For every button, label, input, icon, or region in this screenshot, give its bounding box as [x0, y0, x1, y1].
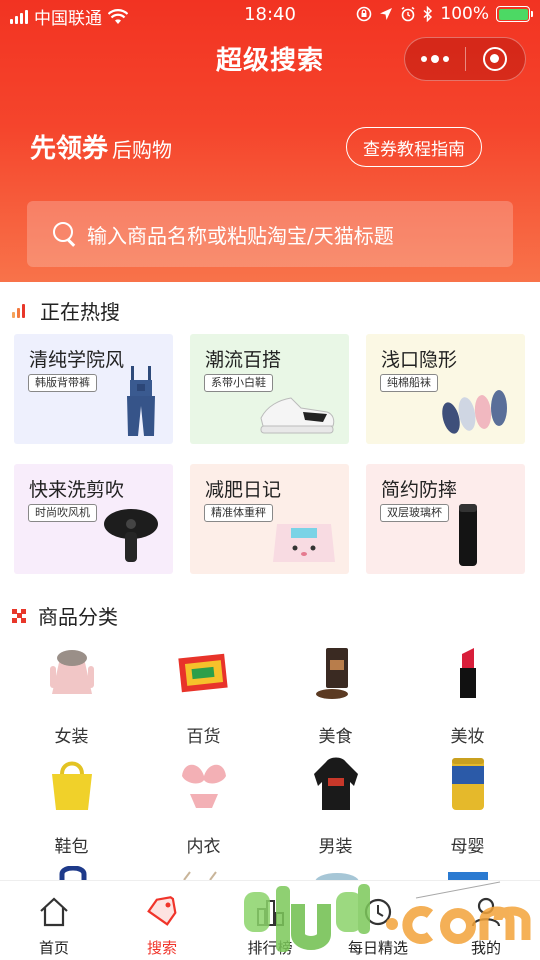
coffee-bag-icon — [315, 648, 348, 699]
hot-card-tag: 时尚吹风机 — [28, 504, 97, 522]
category-men[interactable]: 男装 — [268, 754, 403, 857]
trending-bars-icon — [12, 303, 28, 318]
formula-can-icon — [451, 758, 484, 810]
slogan-strong: 先领券 — [30, 134, 109, 164]
hairdryer-image — [104, 509, 158, 562]
hot-card-tag: 纯棉船袜 — [380, 374, 438, 392]
header-banner: 中国联通 18:40 100% 超级搜索 先领券 后购物 查券教程指南 输入商品… — [0, 0, 540, 282]
search-icon — [53, 222, 77, 246]
women-clothing-icon — [49, 650, 94, 694]
category-label: 男装 — [318, 837, 353, 857]
category-grid-icon — [12, 608, 26, 623]
more-dots-icon — [420, 55, 449, 63]
category-general[interactable]: 百货 — [136, 644, 271, 747]
hot-card-tag: 精准体重秤 — [204, 504, 273, 522]
user-icon — [471, 897, 501, 927]
home-icon — [40, 897, 68, 927]
category-label: 女装 — [54, 727, 89, 747]
category-label: 内衣 — [186, 837, 221, 857]
category-label: 美妆 — [450, 727, 485, 747]
sneaker-image — [260, 397, 335, 434]
ranking-icon — [257, 900, 284, 926]
status-bar: 中国联通 18:40 100% — [0, 0, 540, 30]
tab-label: 首页 — [38, 939, 69, 957]
coupon-guide-button[interactable]: 查券教程指南 — [346, 127, 482, 167]
glass-cup-image — [459, 504, 477, 566]
tab-mine[interactable]: 我的 — [432, 881, 540, 960]
general-goods-icon — [177, 653, 228, 693]
bluetooth-icon — [423, 6, 433, 22]
hot-card-overalls[interactable]: 清纯学院风 韩版背带裤 — [14, 334, 173, 444]
category-bags[interactable]: 鞋包 — [4, 754, 139, 857]
category-section-header: 商品分类 — [12, 601, 118, 630]
hot-card-title: 潮流百搭 — [205, 349, 282, 371]
category-underwear[interactable]: 内衣 — [136, 754, 271, 857]
category-women[interactable]: 女装 — [4, 644, 139, 747]
hot-card-hairdryer[interactable]: 快来洗剪吹 时尚吹风机 — [14, 464, 173, 574]
hot-card-sneakers[interactable]: 潮流百搭 系带小白鞋 — [190, 334, 349, 444]
hot-card-title: 减肥日记 — [205, 479, 282, 501]
category-label: 百货 — [186, 727, 221, 747]
socks-image — [442, 390, 507, 434]
hot-card-title: 简约防摔 — [381, 479, 458, 501]
hot-card-cup[interactable]: 简约防摔 双层玻璃杯 — [366, 464, 525, 574]
hot-card-title: 浅口隐形 — [381, 349, 458, 371]
category-label: 母婴 — [450, 837, 485, 857]
tab-home[interactable]: 首页 — [0, 881, 108, 960]
hot-section-title: 正在热搜 — [40, 300, 120, 324]
target-icon — [483, 47, 508, 71]
tab-label: 每日精选 — [347, 939, 408, 957]
hot-card-scale[interactable]: 减肥日记 精准体重秤 — [190, 464, 349, 574]
category-label: 鞋包 — [54, 837, 89, 857]
lingerie-icon — [181, 764, 226, 808]
promo-slogan: 先领券 后购物 — [30, 128, 172, 165]
tab-search[interactable]: 搜索 — [108, 881, 216, 960]
tab-label: 我的 — [470, 939, 501, 957]
hot-card-socks[interactable]: 浅口隐形 纯棉船袜 — [366, 334, 525, 444]
tote-bag-icon — [51, 761, 92, 810]
hot-card-title: 快来洗剪吹 — [29, 479, 125, 501]
tab-ranking[interactable]: 排行榜 — [216, 881, 324, 960]
bottom-tab-bar: 首页 搜索 排行榜 每日精选 我的 — [0, 880, 540, 960]
overalls-image — [127, 366, 155, 436]
tab-label: 搜索 — [146, 939, 177, 957]
scale-image — [273, 524, 335, 562]
miniprogram-capsule — [404, 37, 526, 81]
daily-icon — [364, 898, 392, 926]
lipstick-icon — [459, 648, 476, 698]
tab-label: 排行榜 — [247, 939, 293, 957]
hot-section-header: 正在热搜 — [12, 296, 120, 325]
tab-daily[interactable]: 每日精选 — [324, 881, 432, 960]
category-food[interactable]: 美食 — [268, 644, 403, 747]
slogan-weak: 后购物 — [112, 138, 173, 162]
search-input[interactable]: 输入商品名称或粘贴淘宝/天猫标题 — [27, 201, 513, 267]
rotation-lock-icon — [357, 6, 372, 22]
tag-icon — [147, 896, 177, 926]
alarm-icon — [401, 6, 415, 22]
hot-card-title: 清纯学院风 — [29, 349, 125, 371]
partial-product-icon — [59, 866, 87, 880]
category-label: 美食 — [318, 727, 353, 747]
category-beauty[interactable]: 美妆 — [400, 644, 535, 747]
battery-icon — [496, 6, 533, 22]
hot-card-tag: 韩版背带裤 — [28, 374, 97, 392]
close-button[interactable] — [466, 38, 526, 80]
hoodie-icon — [313, 757, 358, 810]
location-arrow-icon — [380, 8, 393, 20]
category-section-title: 商品分类 — [38, 605, 118, 629]
more-button[interactable] — [405, 38, 465, 80]
search-placeholder: 输入商品名称或粘贴淘宝/天猫标题 — [87, 223, 394, 248]
category-baby[interactable]: 母婴 — [400, 754, 535, 857]
battery-percent: 100% — [440, 4, 489, 24]
